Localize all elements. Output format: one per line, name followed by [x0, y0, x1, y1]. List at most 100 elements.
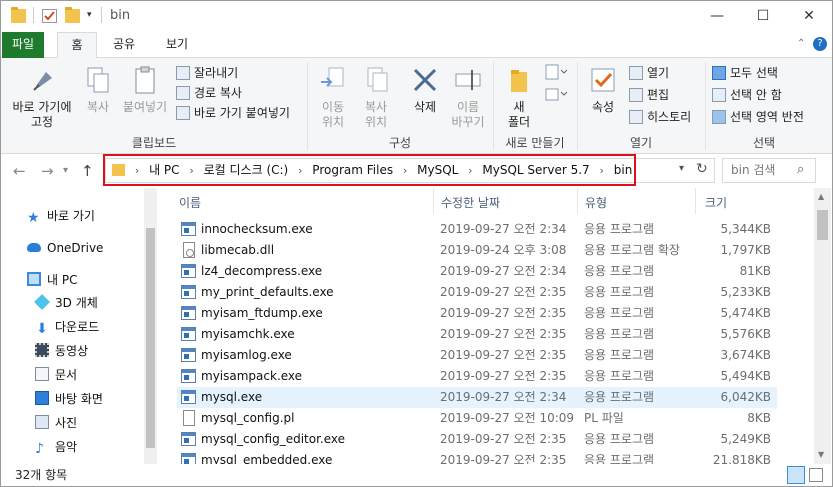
file-row[interactable]: mysql_embedded.exe 2019-09-27 오전 2:35 응용 프…	[177, 450, 777, 464]
search-icon[interactable]: ⌕	[797, 162, 804, 177]
cut-button[interactable]: 잘라내기	[176, 64, 238, 82]
nav-item-downloads[interactable]: ⬇ 다운로드	[35, 317, 99, 337]
nav-item-3d-objects[interactable]: 3D 개체	[34, 293, 98, 313]
column-divider[interactable]	[695, 188, 696, 214]
history-button[interactable]: 히스토리	[629, 108, 691, 126]
column-header-date[interactable]: 수정한 날짜	[437, 192, 577, 214]
invert-selection-button[interactable]: 선택 영역 반전	[712, 108, 804, 126]
column-header-type[interactable]: 유형	[581, 192, 695, 214]
file-type: 응용 프로그램	[584, 348, 655, 362]
invert-selection-label: 선택 영역 반전	[730, 110, 804, 124]
details-view-icon[interactable]	[787, 466, 805, 484]
properties-button[interactable]: 속성	[585, 64, 621, 115]
file-list-scrollbar[interactable]: ▲ ▼	[814, 188, 831, 464]
properties-icon[interactable]	[42, 9, 57, 23]
nav-item-desktop[interactable]: 바탕 화면	[35, 389, 103, 409]
file-name: lz4_decompress.exe	[201, 264, 323, 278]
maximize-button[interactable]: ☐	[740, 1, 786, 32]
paste-shortcut-button[interactable]: 바로 가기 붙여넣기	[176, 104, 290, 122]
cube-icon	[34, 294, 50, 310]
tab-home[interactable]: 홈	[57, 32, 97, 59]
open-button[interactable]: 열기	[629, 64, 669, 82]
refresh-icon[interactable]: ↻	[696, 161, 708, 177]
chevron-down-icon[interactable]: ▾	[87, 10, 92, 20]
nav-label: 다운로드	[55, 320, 100, 334]
file-row[interactable]: myisamlog.exe 2019-09-27 오전 2:35 응용 프로그램 3,…	[177, 345, 777, 366]
recent-locations-chevron-icon[interactable]: ▾	[63, 165, 68, 176]
column-header-size[interactable]: 크기	[701, 192, 775, 214]
file-name: mysql_config_editor.exe	[201, 432, 346, 446]
column-header-name[interactable]: 이름	[175, 192, 437, 214]
nav-item-quick-access[interactable]: ★ 바로 가기	[27, 206, 95, 226]
file-row[interactable]: lz4_decompress.exe 2019-09-27 오전 2:34 응용 프…	[177, 261, 777, 282]
copy-path-button[interactable]: 경로 복사	[176, 84, 242, 102]
file-row[interactable]: myisam_ftdump.exe 2019-09-27 오전 2:35 응용 프로…	[177, 303, 777, 324]
rename-button[interactable]: 이름 바꾸기	[447, 64, 489, 130]
minimize-button[interactable]: —	[694, 1, 740, 32]
nav-item-music[interactable]: ♪ 음악	[35, 437, 77, 457]
paste-button[interactable]: 붙여넣기	[119, 64, 171, 115]
status-bar: 32개 항목	[1, 464, 832, 486]
delete-label: 삭제	[413, 100, 437, 114]
exe-file-icon	[181, 306, 196, 320]
select-group-label: 선택	[752, 136, 776, 150]
file-date: 2019-09-27 오전 2:35	[440, 327, 567, 341]
close-button[interactable]: ✕	[786, 1, 832, 32]
copy-to-button[interactable]: 복사 위치	[356, 64, 396, 130]
new-folder-icon[interactable]	[65, 7, 80, 23]
scroll-down-icon[interactable]: ▼	[818, 450, 824, 459]
file-row[interactable]: innochecksum.exe 2019-09-27 오전 2:34 응용 프로그…	[177, 219, 777, 240]
clipboard-group-label: 클립보드	[131, 136, 177, 150]
file-date: 2019-09-27 오전 2:35	[440, 453, 567, 464]
tab-file[interactable]: 파일	[2, 32, 44, 58]
file-row[interactable]: myisamchk.exe 2019-09-27 오전 2:35 응용 프로그램 5,…	[177, 324, 777, 345]
nav-item-videos[interactable]: 동영상	[35, 341, 88, 361]
file-row[interactable]: mysql.exe 2019-09-27 오전 2:34 응용 프로그램 6,042K…	[177, 387, 777, 408]
large-icons-view-icon[interactable]	[809, 468, 823, 482]
scroll-up-icon[interactable]: ▲	[818, 192, 824, 201]
nav-label: 음악	[55, 440, 78, 454]
nav-item-onedrive[interactable]: OneDrive	[27, 238, 103, 258]
file-name: myisam_ftdump.exe	[201, 306, 323, 320]
new-folder-button[interactable]: 새 폴더	[501, 64, 537, 130]
back-arrow-icon[interactable]: ←	[13, 162, 26, 180]
properties-label: 속성	[591, 100, 615, 114]
forward-arrow-icon[interactable]: →	[41, 162, 54, 180]
tab-share[interactable]: 공유	[104, 32, 144, 58]
file-list-scrollbar-thumb[interactable]	[817, 210, 828, 240]
file-row[interactable]: myisampack.exe 2019-09-27 오전 2:35 응용 프로그램 5…	[177, 366, 777, 387]
nav-item-documents[interactable]: 문서	[35, 365, 77, 385]
file-date: 2019-09-27 오전 2:35	[440, 285, 567, 299]
edit-button[interactable]: 편집	[629, 86, 669, 104]
nav-scrollbar[interactable]	[144, 188, 157, 464]
file-row[interactable]: mysql_config_editor.exe 2019-09-27 오전 2:3…	[177, 429, 777, 450]
clipboard-icon	[129, 64, 161, 96]
nav-item-pictures[interactable]: 사진	[35, 413, 77, 433]
move-to-button[interactable]: 이동 위치	[313, 64, 353, 130]
up-arrow-icon[interactable]: ↑	[81, 162, 94, 180]
column-divider[interactable]	[577, 188, 578, 214]
column-divider[interactable]	[433, 188, 434, 214]
file-row[interactable]: my_print_defaults.exe 2019-09-27 오전 2:35 응…	[177, 282, 777, 303]
help-icon[interactable]: ?	[813, 37, 827, 51]
tab-view[interactable]: 보기	[157, 32, 197, 58]
nav-scrollbar-thumb[interactable]	[146, 228, 155, 448]
delete-button[interactable]: 삭제	[405, 64, 445, 115]
easy-access-icon[interactable]	[545, 86, 568, 104]
file-name: my_print_defaults.exe	[201, 285, 334, 299]
pin-quick-access-button[interactable]: 바로 가기에 고정	[5, 64, 79, 130]
select-all-button[interactable]: 모두 선택	[712, 64, 778, 82]
music-icon: ♪	[35, 441, 44, 457]
document-file-icon	[183, 410, 195, 426]
nav-item-this-pc[interactable]: 내 PC	[27, 270, 77, 290]
picture-icon	[35, 415, 49, 429]
file-row[interactable]: libmecab.dll 2019-09-24 오후 3:08 응용 프로그램 확장…	[177, 240, 777, 261]
new-item-icon[interactable]	[545, 64, 568, 82]
select-none-button[interactable]: 선택 안 함	[712, 86, 782, 104]
copy-button[interactable]: 복사	[79, 64, 117, 115]
collapse-ribbon-icon[interactable]: ⌃	[797, 38, 805, 49]
rename-label-line2: 바꾸기	[451, 115, 485, 129]
file-row[interactable]: mysql_config.pl 2019-09-27 오전 10:09 PL 파일 8…	[177, 408, 777, 429]
address-dropdown-icon[interactable]: ▾	[679, 163, 684, 174]
copy-to-label-line2: 위치	[364, 115, 388, 129]
